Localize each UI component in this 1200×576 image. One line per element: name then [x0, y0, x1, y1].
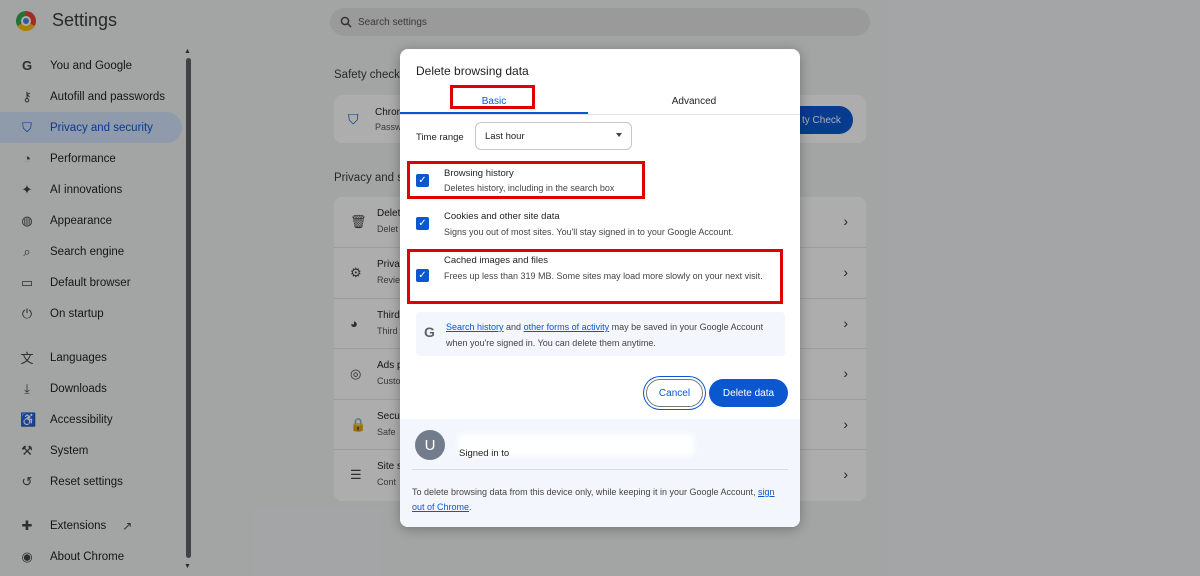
- highlight-box: [407, 161, 645, 199]
- dialog-title: Delete browsing data: [416, 64, 529, 78]
- delete-browsing-data-dialog: Delete browsing data Basic Advanced Time…: [400, 49, 800, 527]
- google-activity-notice: G Search history and other forms of acti…: [416, 312, 785, 356]
- checkmark-icon: ✓: [418, 218, 427, 229]
- option-description: Signs you out of most sites. You'll stay…: [444, 227, 734, 237]
- time-range-select[interactable]: Last hour: [475, 122, 632, 150]
- footer-text: To delete browsing data from this device…: [412, 487, 775, 512]
- time-range-value: Last hour: [485, 130, 525, 142]
- tab-divider: [400, 114, 800, 115]
- search-history-link[interactable]: Search history: [446, 322, 504, 332]
- cookies-checkbox[interactable]: ✓: [416, 217, 429, 230]
- google-icon: G: [424, 324, 435, 340]
- tab-advanced[interactable]: Advanced: [600, 88, 788, 115]
- dialog-footer: U Signed in to To delete browsing data f…: [400, 419, 800, 527]
- footer-divider: [412, 469, 788, 470]
- highlight-box: [450, 85, 535, 109]
- cancel-button[interactable]: Cancel: [646, 379, 703, 407]
- dropdown-caret-icon: [616, 133, 622, 137]
- delete-data-button[interactable]: Delete data: [709, 379, 788, 407]
- signed-in-label: Signed in to: [459, 448, 510, 459]
- highlight-box: [407, 249, 783, 304]
- time-range-label: Time range: [416, 132, 464, 143]
- avatar: U: [415, 430, 445, 460]
- other-activity-link[interactable]: other forms of activity: [524, 322, 610, 332]
- option-title: Cookies and other site data: [444, 211, 560, 222]
